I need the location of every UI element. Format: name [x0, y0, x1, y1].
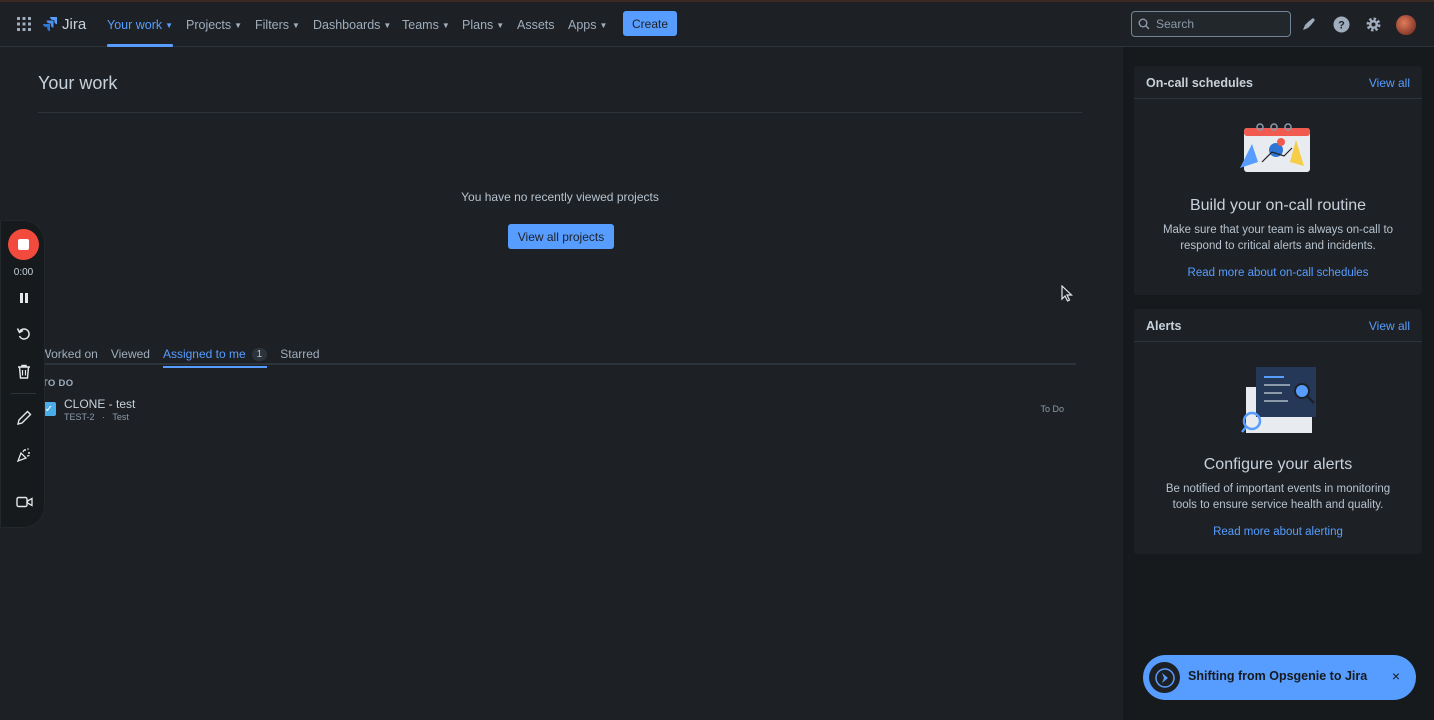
- nav-plans[interactable]: Plans ▼: [462, 2, 504, 47]
- issue-status: To Do: [1040, 404, 1064, 414]
- issue-title: CLONE - test: [64, 397, 136, 411]
- notifications-icon[interactable]: [1300, 15, 1318, 33]
- opsgenie-migration-toast[interactable]: Shifting from Opsgenie to Jira ×: [1143, 655, 1416, 700]
- nav-your-work[interactable]: Your work ▼: [107, 2, 174, 47]
- alerts-read-more-link[interactable]: Read more about alerting: [1134, 526, 1422, 538]
- issue-key: TEST-2: [64, 412, 95, 422]
- avatar[interactable]: [1396, 15, 1416, 35]
- chevron-down-icon: ▼: [383, 20, 392, 30]
- toolbar-divider: [11, 393, 36, 394]
- top-navigation: Jira Your work ▼ Projects ▼ Filters ▼ Dashb…: [0, 0, 1434, 47]
- alerts-illustration: [1241, 367, 1316, 433]
- nav-projects[interactable]: Projects ▼: [186, 2, 242, 47]
- divider: [38, 112, 1082, 113]
- group-label-todo: TO DO: [42, 378, 74, 389]
- right-sidebar: On-call schedules View all Build your on…: [1123, 47, 1434, 720]
- oncall-description: Make sure that your team is always on-ca…: [1162, 224, 1394, 252]
- search-placeholder: Search: [1156, 17, 1195, 31]
- nav-dashboards[interactable]: Dashboards ▼: [313, 2, 391, 47]
- alerts-card: Alerts View all Configure your alerts Be…: [1134, 309, 1422, 554]
- card-title: Alerts: [1146, 319, 1182, 333]
- card-header: On-call schedules View all: [1134, 66, 1422, 99]
- tab-viewed[interactable]: Viewed: [111, 344, 150, 364]
- camera-icon[interactable]: [14, 492, 34, 512]
- opsgenie-icon: [1149, 662, 1180, 693]
- apps-grid-icon[interactable]: [16, 16, 32, 32]
- tab-worked-on[interactable]: Worked on: [40, 344, 98, 364]
- calendar-illustration: [1240, 123, 1310, 172]
- svg-text:?: ?: [1338, 19, 1345, 31]
- nav-filters[interactable]: Filters ▼: [255, 2, 300, 47]
- jira-logo-icon: [43, 17, 57, 32]
- nav-teams[interactable]: Teams ▼: [402, 2, 450, 47]
- oncall-heading: Build your on-call routine: [1189, 197, 1367, 214]
- issue-row[interactable]: ✓ CLONE - test TEST-2 · Test To Do: [38, 395, 1078, 425]
- help-icon[interactable]: ?: [1332, 15, 1350, 33]
- alerts-view-all-link[interactable]: View all: [1369, 319, 1410, 333]
- recording-time: 0:00: [13, 267, 34, 278]
- jira-logo-text: Jira: [62, 15, 87, 33]
- issue-project: Test: [112, 412, 129, 422]
- search-input[interactable]: Search: [1131, 11, 1291, 37]
- trash-icon[interactable]: [14, 361, 34, 381]
- recorder-toolbar: 0:00: [0, 220, 45, 528]
- issue-separator: ·: [102, 412, 106, 422]
- tab-starred[interactable]: Starred: [280, 344, 319, 364]
- chevron-down-icon: ▼: [292, 20, 300, 30]
- chevron-down-icon: ▼: [234, 20, 243, 30]
- create-button[interactable]: Create: [623, 11, 677, 36]
- tabs-divider: [38, 363, 1076, 365]
- chevron-down-icon: ▼: [441, 20, 450, 30]
- chevron-down-icon: ▼: [496, 20, 505, 30]
- oncall-view-all-link[interactable]: View all: [1369, 76, 1410, 90]
- card-header: Alerts View all: [1134, 309, 1422, 342]
- close-icon[interactable]: ×: [1392, 668, 1400, 684]
- issue-meta: TEST-2 · Test: [64, 412, 129, 422]
- empty-projects-text: You have no recently viewed projects: [461, 190, 659, 204]
- alerts-description: Be notified of important events in monit…: [1165, 483, 1391, 511]
- nav-apps[interactable]: Apps ▼: [568, 2, 607, 47]
- chevron-down-icon: ▼: [599, 20, 608, 30]
- restart-icon[interactable]: [14, 324, 34, 344]
- pause-icon[interactable]: [14, 288, 34, 308]
- oncall-read-more-link[interactable]: Read more about on-call schedules: [1134, 267, 1422, 279]
- search-icon: [1138, 18, 1150, 30]
- mouse-cursor-icon: [1061, 285, 1073, 302]
- oncall-schedules-card: On-call schedules View all Build your on…: [1134, 66, 1422, 295]
- tab-count-badge: 1: [251, 347, 268, 361]
- alerts-heading: Configure your alerts: [1203, 456, 1353, 473]
- view-all-projects-button[interactable]: View all projects: [508, 224, 614, 249]
- settings-icon[interactable]: [1364, 15, 1382, 33]
- pen-icon[interactable]: [14, 408, 34, 428]
- stop-icon[interactable]: [8, 229, 39, 260]
- work-tabs: Worked on Viewed Assigned to me 1 Starre…: [40, 344, 320, 368]
- card-title: On-call schedules: [1146, 76, 1253, 90]
- page-title: Your work: [38, 73, 118, 93]
- jira-logo[interactable]: Jira: [42, 14, 86, 34]
- chevron-down-icon: ▼: [165, 20, 174, 30]
- tab-assigned-to-me[interactable]: Assigned to me 1: [162, 344, 268, 368]
- active-tab-indicator: [162, 366, 268, 368]
- nav-assets[interactable]: Assets: [517, 2, 555, 47]
- effects-icon[interactable]: [14, 445, 34, 465]
- toast-text: Shifting from Opsgenie to Jira: [1188, 669, 1368, 683]
- main-content: Your work You have no recently viewed pr…: [0, 47, 1123, 720]
